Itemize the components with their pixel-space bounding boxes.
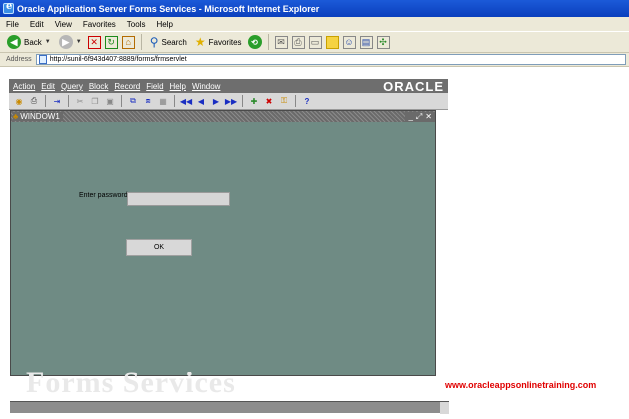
password-field[interactable] <box>127 192 230 206</box>
toolbar-separator <box>242 95 243 107</box>
address-bar: Address http://sunil-6f943d407:8889/form… <box>0 53 629 67</box>
close-icon[interactable]: ✕ <box>425 112 432 122</box>
cancel-query-icon[interactable]: ▦ <box>157 96 169 107</box>
save-icon[interactable]: ◉ <box>13 96 25 107</box>
footer-website-link[interactable]: www.oracleappsonlinetraining.com <box>445 380 596 390</box>
ok-button[interactable]: OK <box>126 239 192 256</box>
forms-menu-action[interactable]: Action <box>13 82 35 91</box>
previous-record-icon[interactable]: ◀ <box>195 96 207 107</box>
forms-menu-edit[interactable]: Edit <box>41 82 55 91</box>
dropdown-arrow-icon: ▼ <box>44 39 51 45</box>
password-label: Enter password <box>79 192 128 199</box>
edit-icon[interactable]: ▭ <box>308 35 322 49</box>
forms-menu-query[interactable]: Query <box>61 82 83 91</box>
forms-menu-record[interactable]: Record <box>114 82 140 91</box>
menu-edit[interactable]: Edit <box>30 20 44 29</box>
browser-menu-bar: File Edit View Favorites Tools Help <box>0 17 629 31</box>
tools-icon[interactable]: ✣ <box>376 35 390 49</box>
mail-icon[interactable]: ✉ <box>274 35 288 49</box>
history-icon[interactable]: ⟲ <box>247 35 262 49</box>
forms-menu-bar: Action Edit Query Block Record Field Hel… <box>9 79 448 94</box>
toolbar-separator <box>140 34 142 50</box>
forms-window-icon: ♣ <box>13 112 19 121</box>
favorites-button[interactable]: ★ Favorites <box>193 33 244 51</box>
dropdown-arrow-icon: ▼ <box>75 39 82 45</box>
back-arrow-icon: ◀ <box>7 35 21 49</box>
menu-favorites[interactable]: Favorites <box>83 20 116 29</box>
toolbar-separator <box>295 95 296 107</box>
forms-menu-help[interactable]: Help <box>170 82 186 91</box>
forms-menu-block[interactable]: Block <box>89 82 109 91</box>
refresh-icon[interactable]: ↻ <box>104 35 118 49</box>
first-record-icon[interactable]: ◀◀ <box>180 96 192 107</box>
internet-explorer-icon <box>3 1 14 14</box>
copy-icon[interactable]: ❐ <box>89 96 101 107</box>
maximize-icon[interactable]: ⤢ <box>416 112 422 122</box>
search-icon: ⚲ <box>149 35 159 49</box>
applet-scroll-strip <box>10 401 449 414</box>
favorites-label: Favorites <box>208 37 242 47</box>
print-icon[interactable]: ⎙ <box>28 96 40 107</box>
window-title: Oracle Application Server Forms Services… <box>17 3 320 14</box>
search-label: Search <box>161 37 187 47</box>
print-icon[interactable]: ⎙ <box>291 35 305 49</box>
watermark-text: Forms Services <box>26 372 236 399</box>
forms-services-watermark: Forms Services <box>10 372 436 400</box>
toolbar-separator <box>267 34 269 50</box>
help-icon[interactable]: ? <box>301 96 313 107</box>
address-label: Address <box>6 56 32 63</box>
toolbar-separator <box>45 95 46 107</box>
enter-query-icon[interactable]: ⧉ <box>127 96 139 107</box>
search-button[interactable]: ⚲ Search <box>148 33 189 51</box>
back-button[interactable]: ◀ Back ▼ <box>5 33 53 51</box>
window1: ♣ WINDOW1 _ ⤢ ✕ Enter password OK <box>10 110 436 376</box>
menu-file[interactable]: File <box>6 20 19 29</box>
exit-icon[interactable]: ⇥ <box>51 96 63 107</box>
forms-menu-field[interactable]: Field <box>146 82 163 91</box>
oracle-logo: ORACLE <box>383 79 444 94</box>
back-label: Back <box>24 37 42 47</box>
address-url: http://sunil-6f943d407:8889/forms/frmser… <box>49 56 187 63</box>
address-input[interactable]: http://sunil-6f943d407:8889/forms/frmser… <box>35 54 626 65</box>
page-icon <box>38 55 47 64</box>
menu-tools[interactable]: Tools <box>127 20 146 29</box>
forms-toolbar: ◉ ⎙ ⇥ ✂ ❐ ▣ ⧉ ⧈ ▦ ◀◀ ◀ ▶ ▶▶ ✚ ✖ ⚿ ? <box>9 93 448 110</box>
window1-title-bar[interactable]: ♣ WINDOW1 _ ⤢ ✕ <box>11 111 435 122</box>
forward-button[interactable]: ▶ ▼ <box>57 33 84 51</box>
minimize-icon[interactable]: _ <box>408 112 412 122</box>
insert-record-icon[interactable]: ✚ <box>248 96 260 107</box>
forms-menu-window[interactable]: Window <box>192 82 220 91</box>
next-record-icon[interactable]: ▶ <box>210 96 222 107</box>
home-icon[interactable]: ⌂ <box>121 35 135 49</box>
window1-title: WINDOW1 <box>20 112 60 121</box>
paste-icon[interactable]: ▣ <box>104 96 116 107</box>
cut-icon[interactable]: ✂ <box>74 96 86 107</box>
messenger-icon[interactable]: ☺ <box>342 35 356 49</box>
star-icon: ★ <box>194 35 206 49</box>
research-icon[interactable]: ▤ <box>359 35 373 49</box>
stop-icon[interactable]: ✕ <box>87 35 101 49</box>
browser-toolbar: ◀ Back ▼ ▶ ▼ ✕ ↻ ⌂ ⚲ Search ★ Favorites … <box>0 31 629 53</box>
last-record-icon[interactable]: ▶▶ <box>225 96 237 107</box>
lock-record-icon[interactable]: ⚿ <box>278 96 290 107</box>
folder-icon[interactable] <box>325 35 339 49</box>
menu-help[interactable]: Help <box>156 20 172 29</box>
window-controls: _ ⤢ ✕ <box>405 111 435 122</box>
menu-view[interactable]: View <box>55 20 72 29</box>
execute-query-icon[interactable]: ⧈ <box>142 96 154 107</box>
toolbar-separator <box>68 95 69 107</box>
window1-label: ♣ WINDOW1 <box>13 112 63 121</box>
forward-arrow-icon: ▶ <box>58 35 73 49</box>
toolbar-separator <box>174 95 175 107</box>
delete-record-icon[interactable]: ✖ <box>263 96 275 107</box>
browser-title-bar: Oracle Application Server Forms Services… <box>0 0 629 17</box>
toolbar-separator <box>121 95 122 107</box>
